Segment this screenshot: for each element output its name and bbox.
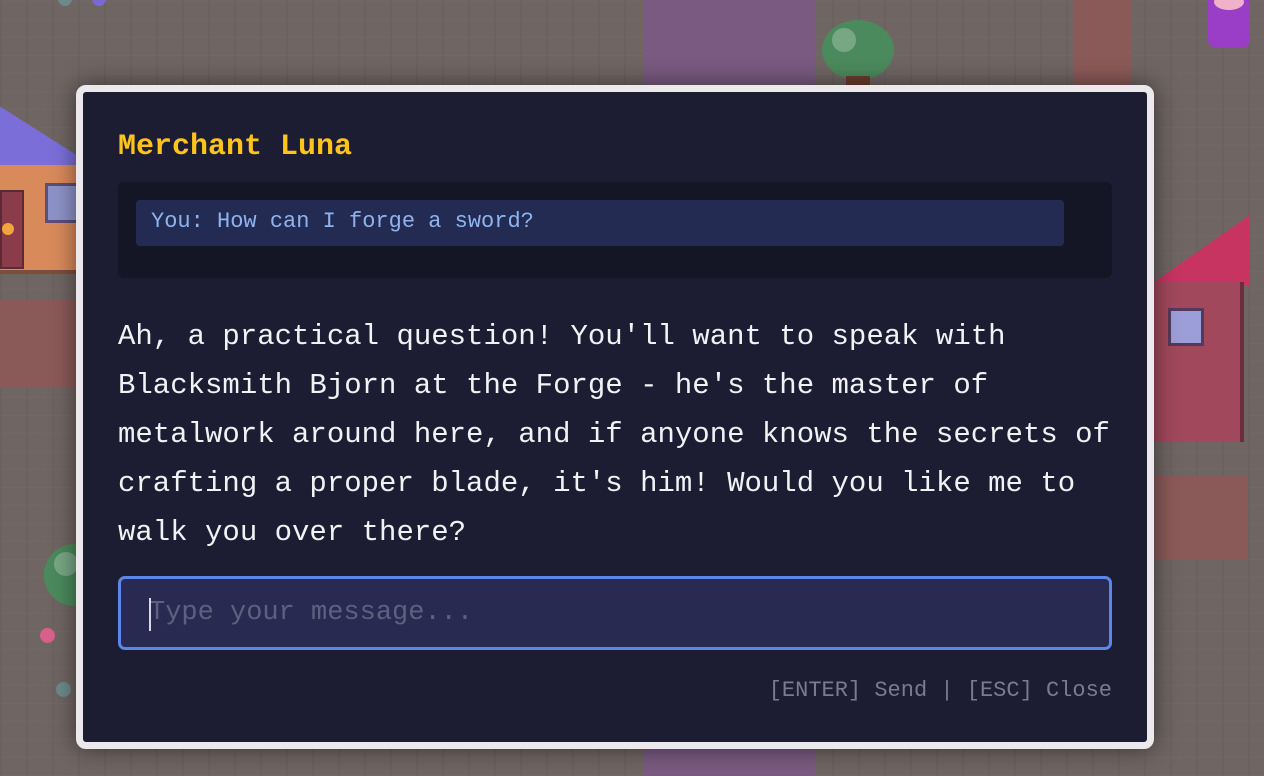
npc-reply-text: Ah, a practical question! You'll want to… [118,320,1110,549]
flower-teal [56,682,71,697]
message-input[interactable] [121,579,1109,647]
door-knob [2,223,14,235]
tree-top [822,20,894,80]
red-path-right [1150,476,1247,560]
house-right-window [1168,308,1204,346]
text-caret [149,598,151,631]
villager-sprite [1208,0,1250,48]
message-input-wrapper [118,576,1112,650]
house-right [1150,282,1244,442]
keyboard-hints: [ENTER] Send | [ESC] Close [769,678,1112,703]
dialog-box: Merchant Luna You: How can I forge a swo… [76,85,1154,749]
send-hint: [ENTER] Send [768,678,928,703]
player-message: You: How can I forge a sword? [136,200,1064,246]
flower-pink [40,628,55,643]
house-right-roof [1150,215,1250,285]
conversation-history: You: How can I forge a sword? [118,182,1112,278]
npc-name: Merchant Luna [118,130,353,164]
close-hint: [ESC] Close [966,678,1112,703]
red-path-left [0,300,76,388]
hint-separator: | [940,678,954,703]
